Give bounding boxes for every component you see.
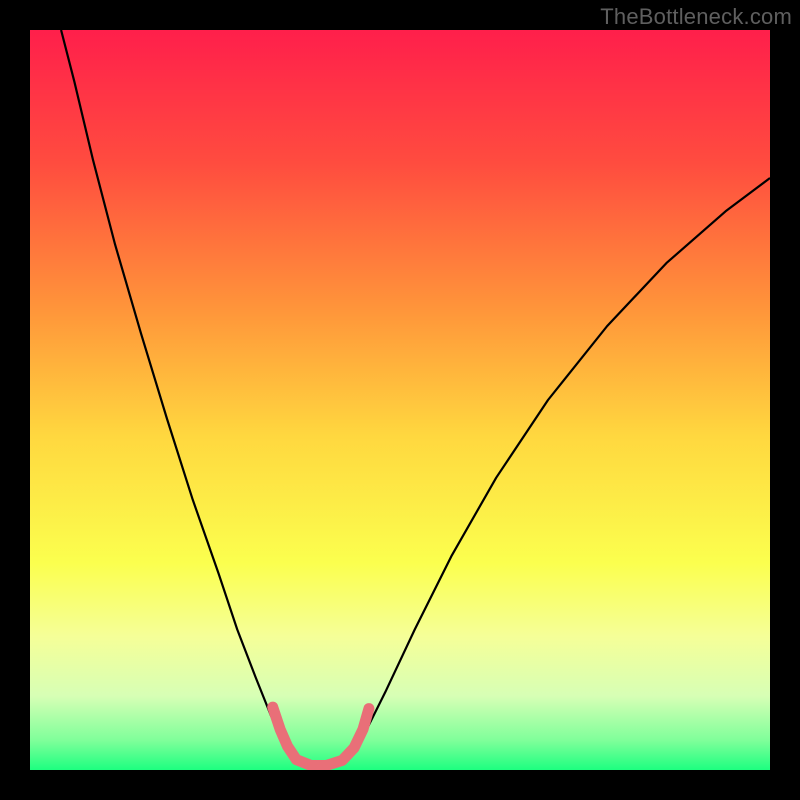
watermark-text: TheBottleneck.com xyxy=(600,4,792,30)
plot-area xyxy=(30,30,770,770)
chart-svg xyxy=(30,30,770,770)
chart-frame: TheBottleneck.com xyxy=(0,0,800,800)
